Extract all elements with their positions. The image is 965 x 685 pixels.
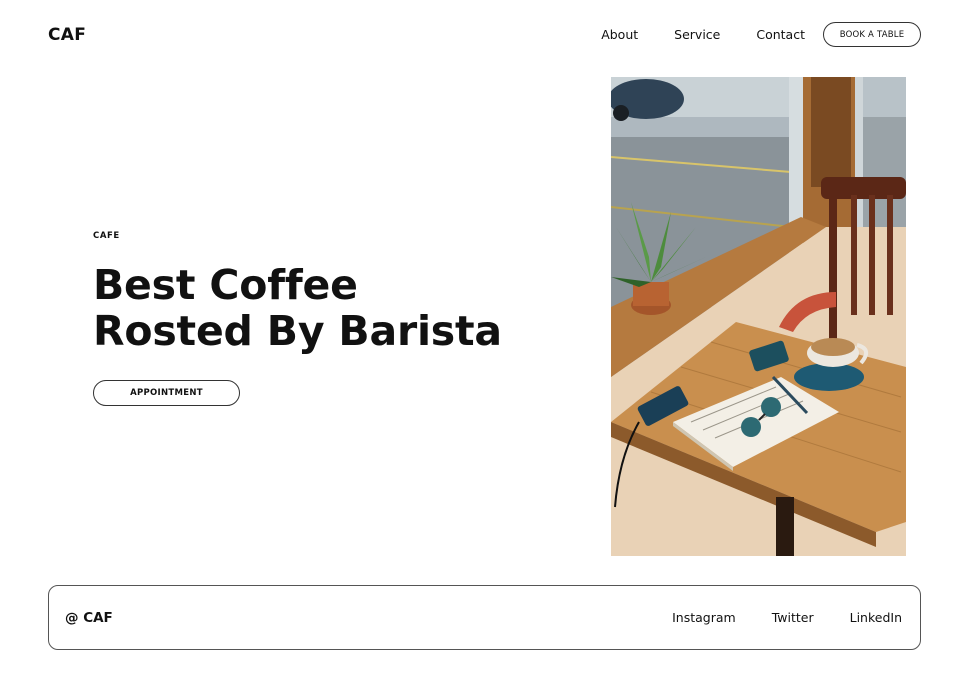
social-links: Instagram Twitter LinkedIn: [636, 610, 902, 625]
appointment-button[interactable]: APPOINTMENT: [93, 380, 240, 406]
hero-eyebrow: CAFE: [93, 231, 120, 241]
main-nav: About Service Contact BOOK A TABLE: [601, 22, 921, 47]
headline-line-1: Best Coffee: [93, 261, 358, 309]
site-footer: @ CAF Instagram Twitter LinkedIn: [48, 585, 921, 650]
site-logo[interactable]: CAF: [48, 25, 86, 45]
book-table-button[interactable]: BOOK A TABLE: [823, 22, 921, 47]
headline-line-2: Rosted By Barista: [93, 307, 502, 355]
cafe-photo-illustration: [611, 77, 906, 556]
social-link-instagram[interactable]: Instagram: [672, 610, 736, 625]
social-link-linkedin[interactable]: LinkedIn: [850, 610, 902, 625]
footer-brand: @ CAF: [65, 609, 113, 626]
nav-link-about[interactable]: About: [601, 27, 638, 42]
nav-link-service[interactable]: Service: [674, 27, 720, 42]
social-link-twitter[interactable]: Twitter: [772, 610, 814, 625]
hero-headline: Best Coffee Rosted By Barista: [93, 262, 502, 354]
hero-image: [611, 77, 906, 556]
nav-link-contact[interactable]: Contact: [756, 27, 805, 42]
